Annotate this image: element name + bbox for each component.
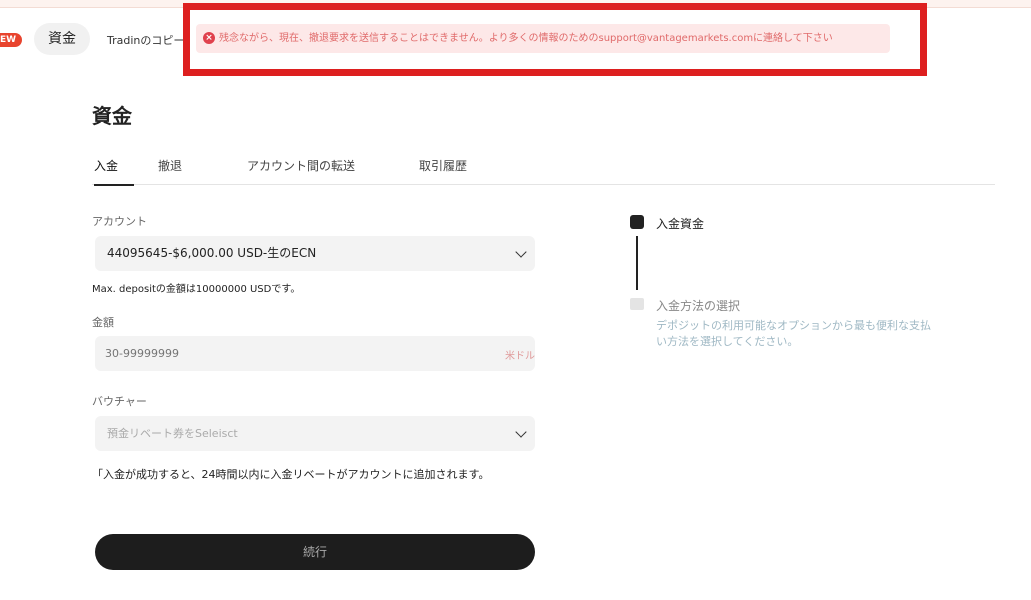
voucher-label: バウチャー [92, 395, 147, 408]
chevron-down-icon [515, 426, 527, 438]
rebate-note: 「入金が成功すると、24時間以内に入金リベートがアカウントに追加されます。 [92, 468, 490, 481]
step-payment-method-title: 入金方法の選択 [656, 299, 741, 313]
account-select[interactable]: 44095645-$6,000.00 USD-生のECN [95, 236, 535, 271]
nav-copy-trading[interactable]: Tradinのコピー [107, 32, 184, 48]
step-connector-line [636, 236, 638, 290]
step-payment-method-desc: デポジットの利用可能なオプションから最も便利な支払い方法を選択してください。 [656, 319, 931, 348]
voucher-select[interactable]: 預金リベート券をSeleisct [95, 416, 535, 451]
card-icon [630, 298, 644, 310]
error-alert-message: 残念ながら、現在、撤退要求を送信することはできません。より多くの情報のためのsu… [219, 33, 833, 44]
page-title: 資金 [92, 104, 132, 128]
amount-input[interactable] [95, 336, 535, 371]
max-deposit-note: Max. depositの金額は10000000 USDです。 [92, 284, 301, 295]
tab-bar: 入金 撤退 アカウント間の転送 取引履歴 [92, 157, 995, 186]
tab-withdraw[interactable]: 撤退 [158, 157, 182, 185]
error-icon: × [203, 32, 215, 44]
tab-transfer[interactable]: アカウント間の転送 [247, 157, 355, 185]
amount-unit: 米ドル [505, 351, 535, 362]
account-label: アカウント [92, 215, 147, 228]
error-alert: × 残念ながら、現在、撤退要求を送信することはできません。より多くの情報のための… [196, 24, 890, 53]
step-deposit-funds-title: 入金資金 [656, 217, 705, 231]
new-badge: EW [0, 33, 23, 47]
nav-funds-pill[interactable]: 資金 [34, 23, 90, 55]
amount-label: 金額 [92, 316, 114, 329]
tab-deposit[interactable]: 入金 [94, 157, 135, 186]
chevron-down-icon [515, 246, 527, 258]
tab-history[interactable]: 取引履歴 [419, 157, 467, 185]
account-select-value: 44095645-$6,000.00 USD-生のECN [107, 246, 317, 260]
voucher-select-placeholder: 預金リベート券をSeleisct [107, 427, 238, 440]
continue-button[interactable]: 続行 [95, 534, 535, 570]
wallet-icon [630, 215, 644, 229]
